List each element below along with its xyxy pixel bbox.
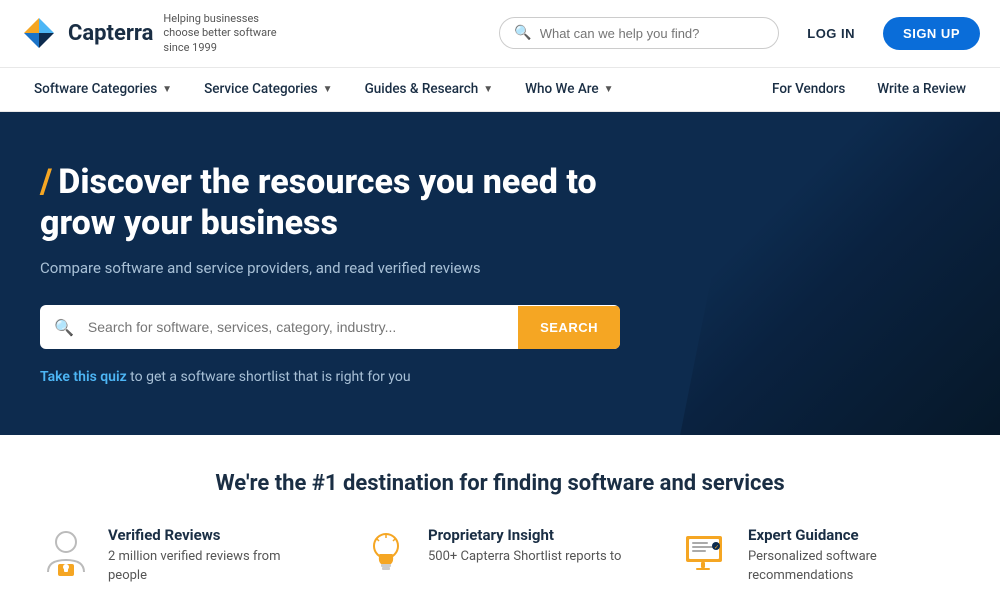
nav-left: Software Categories ▼ Service Categories… <box>20 69 628 109</box>
hero-search-bar[interactable]: 🔍 SEARCH <box>40 305 620 349</box>
hero-search-input[interactable] <box>88 305 518 349</box>
logo-tagline: Helping businesses choose better softwar… <box>163 12 293 55</box>
capterra-logo-icon <box>20 14 58 52</box>
nav-item-guides-research[interactable]: Guides & Research ▼ <box>351 69 508 109</box>
logo-text: Capterra <box>68 21 153 46</box>
nav-item-write-review[interactable]: Write a Review <box>863 69 980 109</box>
nav-item-service-categories[interactable]: Service Categories ▼ <box>190 69 347 109</box>
header-search-input[interactable] <box>540 26 765 41</box>
signup-button[interactable]: SIGN UP <box>883 17 980 50</box>
hero-subtitle: Compare software and service providers, … <box>40 259 680 277</box>
verified-reviews-icon <box>40 526 92 578</box>
chevron-down-icon: ▼ <box>483 84 493 95</box>
hero-content: /Discover the resources you need to grow… <box>40 162 680 386</box>
hero-section: /Discover the resources you need to grow… <box>0 112 1000 436</box>
header-right: 🔍 LOG IN SIGN UP <box>499 17 980 50</box>
bottom-section: We're the #1 destination for finding sof… <box>0 435 1000 614</box>
feature-expert-guidance: ✓ Expert Guidance Personalized software … <box>680 526 960 584</box>
header-top: Capterra Helping businesses choose bette… <box>0 0 1000 68</box>
chevron-down-icon: ▼ <box>323 84 333 95</box>
take-quiz-link[interactable]: Take this quiz <box>40 369 127 385</box>
search-icon: 🔍 <box>40 318 88 337</box>
feature-verified-reviews-text: Verified Reviews 2 million verified revi… <box>108 526 320 584</box>
hero-title: /Discover the resources you need to grow… <box>40 162 680 244</box>
hero-quiz-text: Take this quiz to get a software shortli… <box>40 369 680 385</box>
header-search-bar[interactable]: 🔍 <box>499 17 779 49</box>
logo-area: Capterra Helping businesses choose bette… <box>20 12 293 55</box>
nav-item-for-vendors[interactable]: For Vendors <box>758 69 859 109</box>
chevron-down-icon: ▼ <box>604 84 614 95</box>
hero-accent: / <box>40 162 52 202</box>
login-button[interactable]: LOG IN <box>795 18 867 49</box>
feature-expert-guidance-text: Expert Guidance Personalized software re… <box>748 526 960 584</box>
feature-proprietary-insight: Proprietary Insight 500+ Capterra Shortl… <box>360 526 640 584</box>
svg-text:✓: ✓ <box>714 544 719 551</box>
search-icon: 🔍 <box>514 25 531 41</box>
nav-bar: Software Categories ▼ Service Categories… <box>0 68 1000 112</box>
chevron-down-icon: ▼ <box>162 84 172 95</box>
nav-item-who-we-are[interactable]: Who We Are ▼ <box>511 69 627 109</box>
feature-verified-reviews: Verified Reviews 2 million verified revi… <box>40 526 320 584</box>
proprietary-insight-icon <box>360 526 412 578</box>
expert-guidance-icon: ✓ <box>680 526 732 578</box>
nav-right: For Vendors Write a Review <box>758 69 980 109</box>
hero-search-button[interactable]: SEARCH <box>518 306 620 349</box>
bottom-title: We're the #1 destination for finding sof… <box>40 471 960 496</box>
nav-item-software-categories[interactable]: Software Categories ▼ <box>20 69 186 109</box>
features-row: Verified Reviews 2 million verified revi… <box>40 526 960 584</box>
